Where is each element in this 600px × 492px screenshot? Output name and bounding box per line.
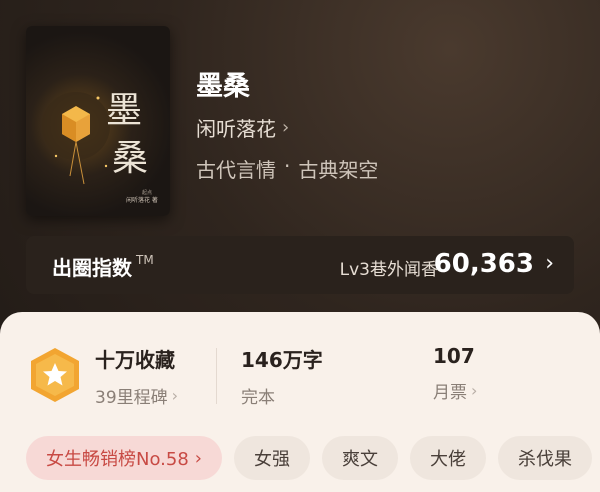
trademark-mark: TM (136, 253, 154, 267)
chevron-right-icon: › (471, 381, 478, 400)
genre-separator: · (284, 154, 291, 178)
chevron-right-icon: › (545, 251, 554, 276)
genre-line: 古代言情 · 古典架空 (196, 154, 378, 183)
completion-status: 完本 (241, 388, 275, 408)
tag-item[interactable]: 杀伐果 (498, 436, 592, 480)
tag-item[interactable]: 女强 (234, 436, 310, 480)
svg-text:桑: 桑 (112, 138, 148, 179)
monthly-ticket-count: 107 (433, 344, 475, 368)
monthly-ticket-label: 月票 (433, 383, 467, 403)
star-hexagon-badge-icon[interactable] (28, 346, 82, 404)
circle-index-score: 60,363 (433, 249, 534, 279)
chevron-right-icon: › (171, 386, 179, 405)
word-count: 146万字 (241, 348, 323, 372)
svg-text:墨: 墨 (106, 90, 142, 131)
chevron-right-icon: › (282, 117, 290, 138)
svg-text:闲听落花 著: 闲听落花 著 (126, 196, 158, 204)
rank-tag-label: 女生畅销榜No.58 (46, 449, 189, 470)
monthly-ticket-stat[interactable]: 107 月票 › (433, 344, 477, 403)
circle-index-label-group: 出圈指数 TM (52, 252, 154, 281)
author-name: 闲听落花 (196, 117, 276, 141)
book-title: 墨桑 (196, 71, 250, 102)
tag-row: 女生畅销榜No.58 › 女强 爽文 大佬 杀伐果 (26, 436, 592, 480)
rank-tag[interactable]: 女生畅销榜No.58 › (26, 436, 222, 480)
milestone-label: 39里程碑 (95, 388, 168, 408)
book-header: 墨 桑 闲听落花 著 起点 墨桑 闲听落花 › 古代言情 · 古典架空 出圈指数… (0, 0, 600, 320)
book-stats-panel: 十万收藏 39里程碑 › 146万字 完本 107 月票 › 女生畅销榜No.5… (0, 312, 600, 492)
chevron-right-icon: › (194, 447, 202, 469)
circle-index-bar[interactable]: 出圈指数 TM Lv3巷外闻香 60,363 › (26, 236, 574, 294)
collection-stat[interactable]: 十万收藏 39里程碑 › (95, 344, 178, 408)
genre-secondary[interactable]: 古典架空 (298, 154, 378, 183)
tag-item[interactable]: 爽文 (322, 436, 398, 480)
stat-divider (216, 348, 217, 404)
cover-art: 墨 桑 闲听落花 著 起点 (42, 90, 158, 204)
circle-index-label: 出圈指数 (52, 256, 132, 280)
word-count-stat: 146万字 完本 (241, 344, 323, 408)
collection-count: 十万收藏 (95, 348, 175, 372)
book-cover[interactable]: 墨 桑 闲听落花 著 起点 (26, 26, 170, 216)
author-link[interactable]: 闲听落花 › (196, 113, 289, 142)
circle-index-level: Lv3巷外闻香 (339, 260, 438, 280)
tag-item[interactable]: 大佬 (410, 436, 486, 480)
genre-primary[interactable]: 古代言情 (196, 154, 276, 183)
svg-text:起点: 起点 (142, 190, 152, 196)
